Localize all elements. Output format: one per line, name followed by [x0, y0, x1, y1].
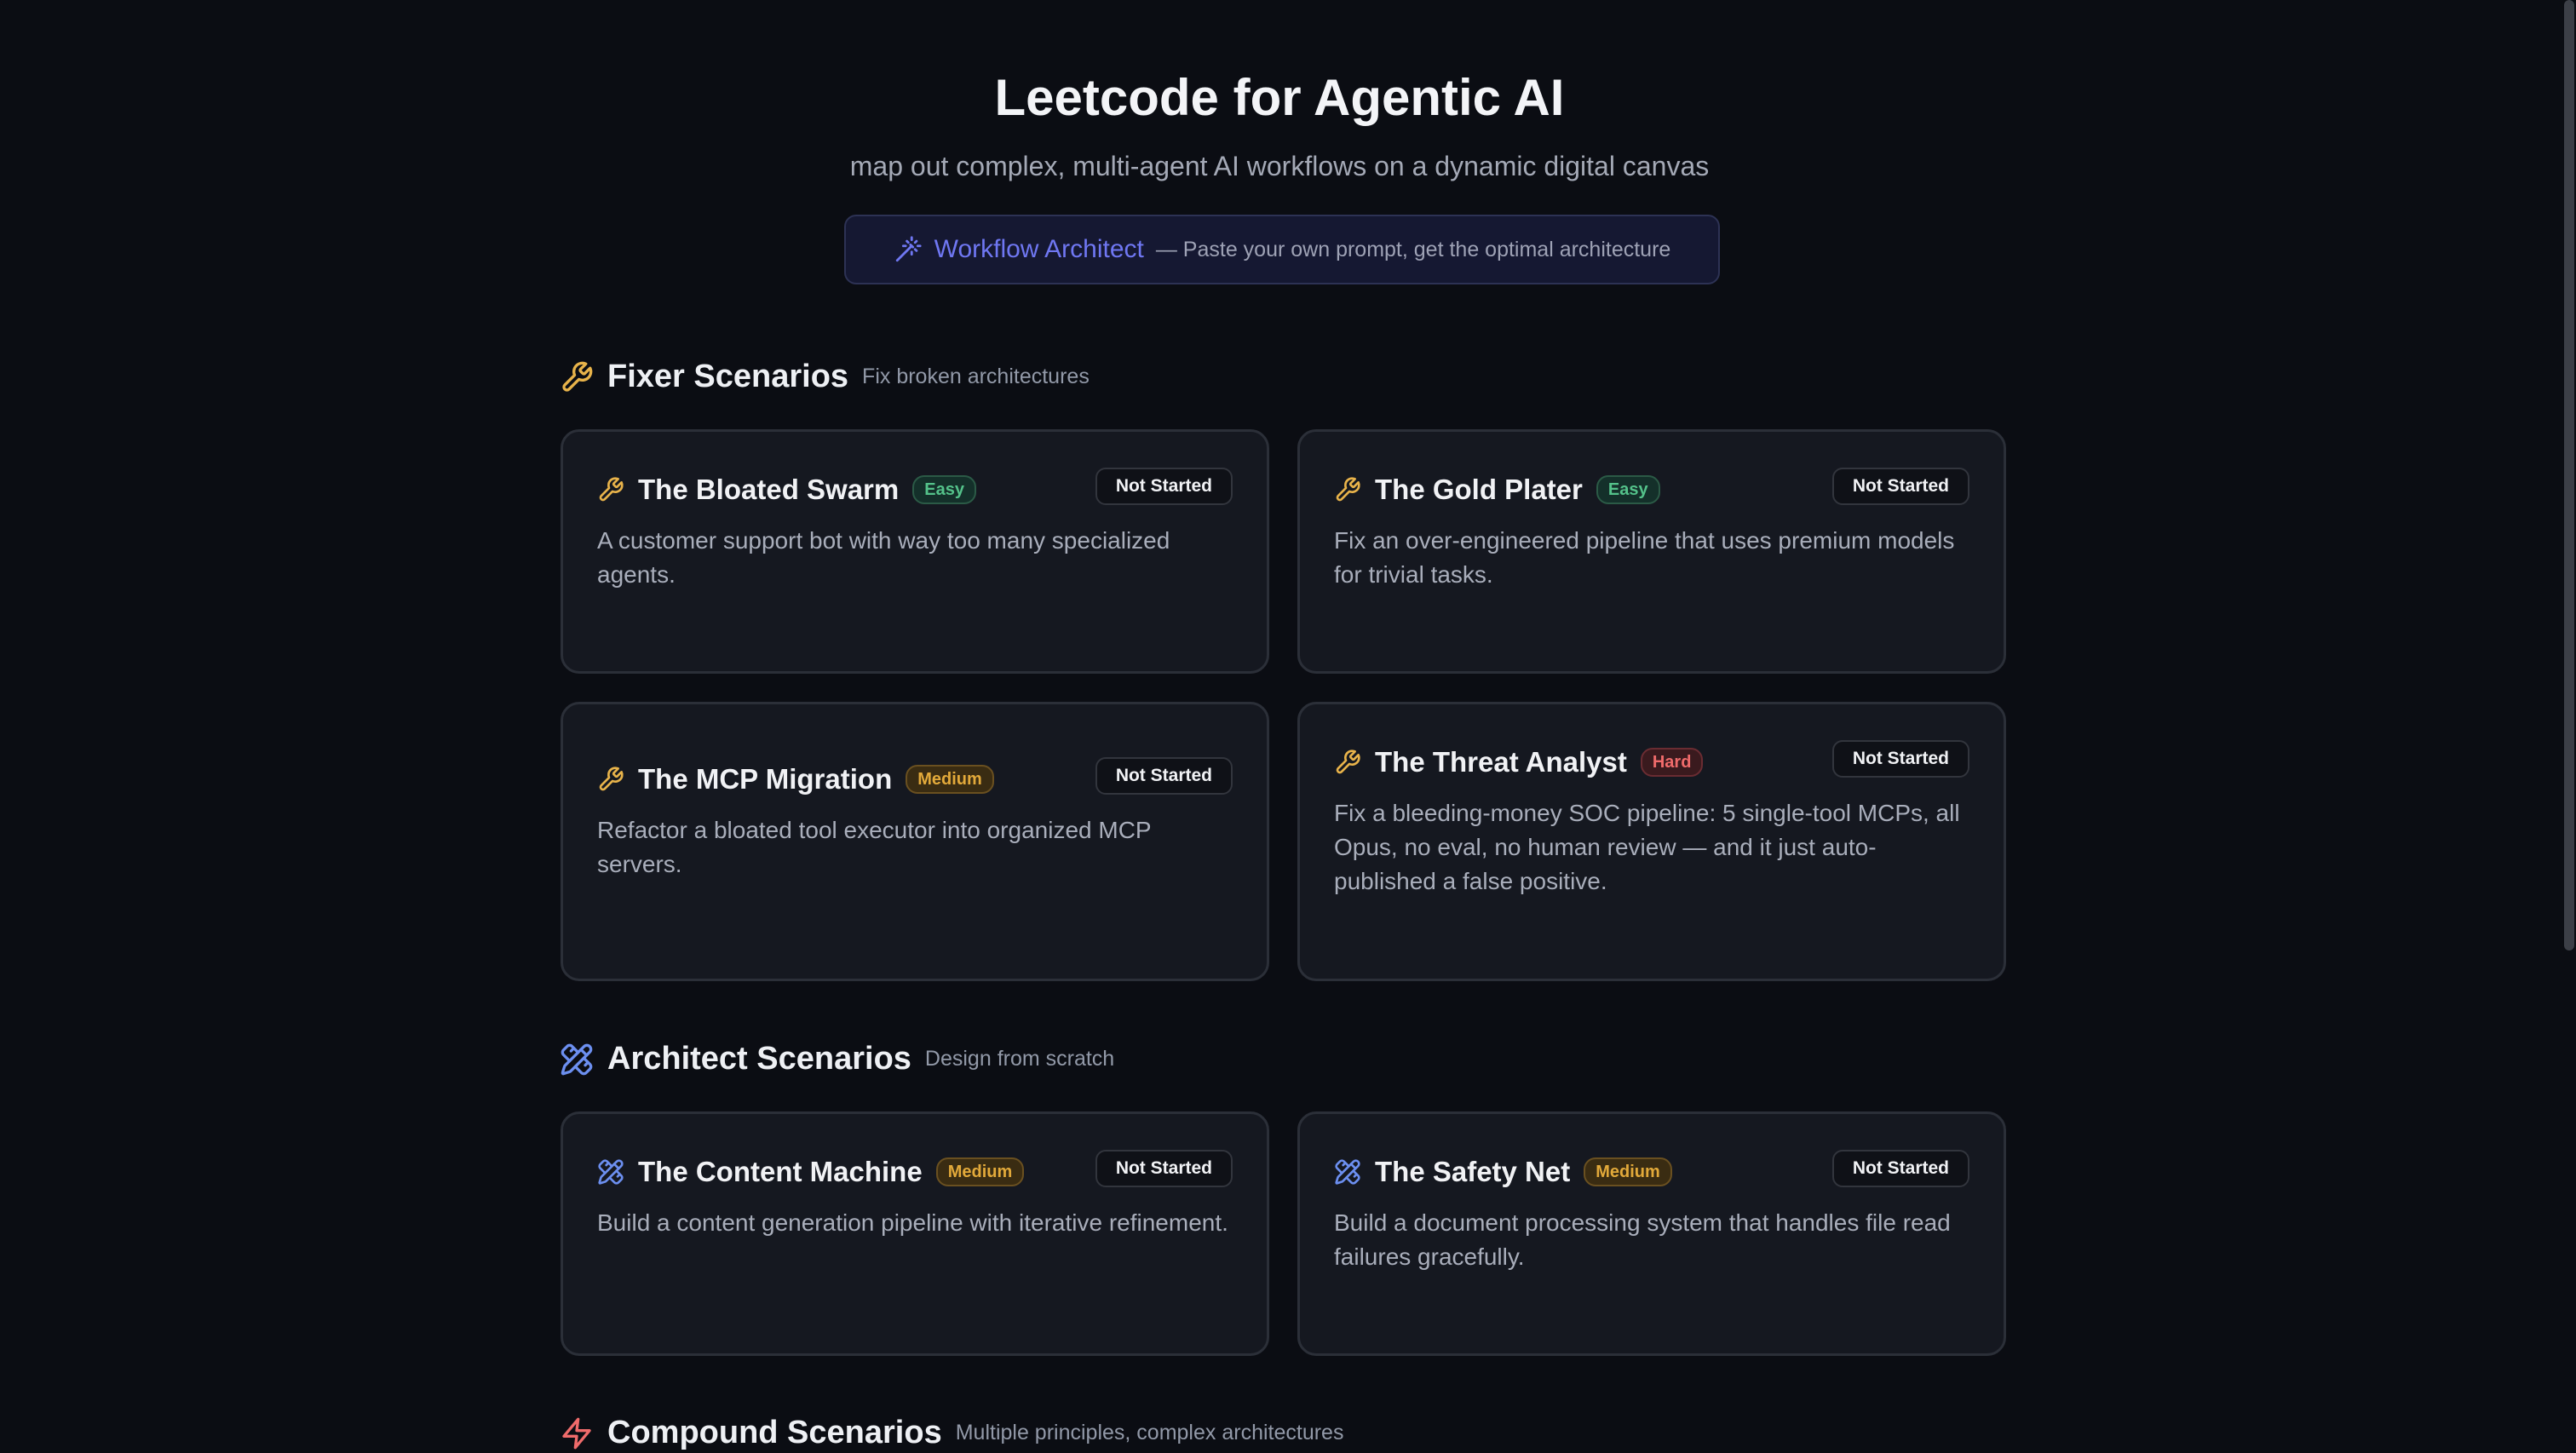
pencil-ruler-icon	[1334, 1158, 1361, 1186]
wrench-icon	[1334, 476, 1361, 503]
section-subtitle-fixer: Fix broken architectures	[862, 365, 1090, 388]
section-header-fixer: Fixer Scenarios Fix broken architectures	[560, 359, 1090, 395]
difficulty-badge: Easy	[1596, 475, 1660, 504]
card-description: Build a document processing system that …	[1334, 1209, 1951, 1270]
section-title-fixer: Fixer Scenarios	[607, 359, 849, 394]
status-badge: Not Started	[1095, 468, 1233, 505]
card-description: Build a content generation pipeline with…	[597, 1209, 1228, 1236]
pencil-ruler-icon	[560, 1042, 594, 1077]
page-title: Leetcode for Agentic AI	[994, 69, 1565, 126]
status-badge: Not Started	[1831, 740, 1969, 778]
status-badge: Not Started	[1095, 757, 1233, 795]
difficulty-badge: Hard	[1640, 748, 1704, 777]
page: Leetcode for Agentic AI map out complex,…	[0, 0, 2576, 1453]
lightning-icon	[560, 1416, 594, 1450]
difficulty-badge: Easy	[912, 475, 976, 504]
wrench-icon	[597, 476, 624, 503]
scenario-card-threat-analyst[interactable]: The Threat Analyst Hard Not Started Fix …	[1297, 702, 2006, 981]
card-title: The Gold Plater	[1375, 474, 1583, 505]
card-title: The Bloated Swarm	[638, 474, 900, 505]
scenario-card-bloated-swarm[interactable]: The Bloated Swarm Easy Not Started A cus…	[561, 429, 1269, 674]
card-title: The Content Machine	[638, 1156, 923, 1187]
status-badge: Not Started	[1831, 468, 1969, 505]
section-subtitle-compound: Multiple principles, complex architectur…	[955, 1421, 1344, 1444]
workflow-architect-description: — Paste your own prompt, get the optimal…	[1155, 237, 1671, 261]
page-subtitle: map out complex, multi-agent AI workflow…	[849, 151, 1710, 181]
workflow-architect-label: Workflow Architect	[934, 235, 1144, 263]
wand-icon	[894, 235, 923, 264]
difficulty-badge: Medium	[906, 765, 994, 794]
card-description: Fix a bleeding-money SOC pipeline: 5 sin…	[1334, 800, 1960, 894]
wrench-icon	[1334, 749, 1361, 776]
scenario-card-safety-net[interactable]: The Safety Net Medium Not Started Build …	[1297, 1111, 2006, 1356]
scenario-card-mcp-migration[interactable]: The MCP Migration Medium Not Started Ref…	[561, 702, 1269, 981]
status-badge: Not Started	[1831, 1150, 1969, 1187]
card-title: The Threat Analyst	[1375, 746, 1627, 778]
difficulty-badge: Medium	[935, 1157, 1025, 1186]
workflow-architect-button[interactable]: Workflow Architect — Paste your own prom…	[844, 215, 1720, 284]
section-title-architect: Architect Scenarios	[607, 1041, 911, 1077]
card-title: The Safety Net	[1375, 1156, 1571, 1187]
scenario-card-gold-plater[interactable]: The Gold Plater Easy Not Started Fix an …	[1297, 429, 2006, 674]
wrench-icon	[560, 360, 594, 394]
pencil-ruler-icon	[597, 1158, 624, 1186]
section-title-compound: Compound Scenarios	[607, 1415, 942, 1450]
card-title: The MCP Migration	[638, 763, 893, 795]
card-description: A customer support bot with way too many…	[597, 527, 1170, 588]
section-header-architect: Architect Scenarios Design from scratch	[560, 1041, 1114, 1077]
status-badge: Not Started	[1095, 1150, 1233, 1187]
card-description: Refactor a bloated tool executor into or…	[597, 817, 1152, 877]
scrollbar[interactable]	[2559, 0, 2576, 1453]
section-header-compound: Compound Scenarios Multiple principles, …	[560, 1415, 1343, 1451]
section-subtitle-architect: Design from scratch	[924, 1047, 1115, 1071]
card-description: Fix an over-engineered pipeline that use…	[1334, 527, 1955, 588]
scrollbar-thumb[interactable]	[2564, 0, 2574, 950]
wrench-icon	[597, 766, 624, 793]
difficulty-badge: Medium	[1584, 1157, 1672, 1186]
scenario-card-content-machine[interactable]: The Content Machine Medium Not Started B…	[561, 1111, 1269, 1356]
